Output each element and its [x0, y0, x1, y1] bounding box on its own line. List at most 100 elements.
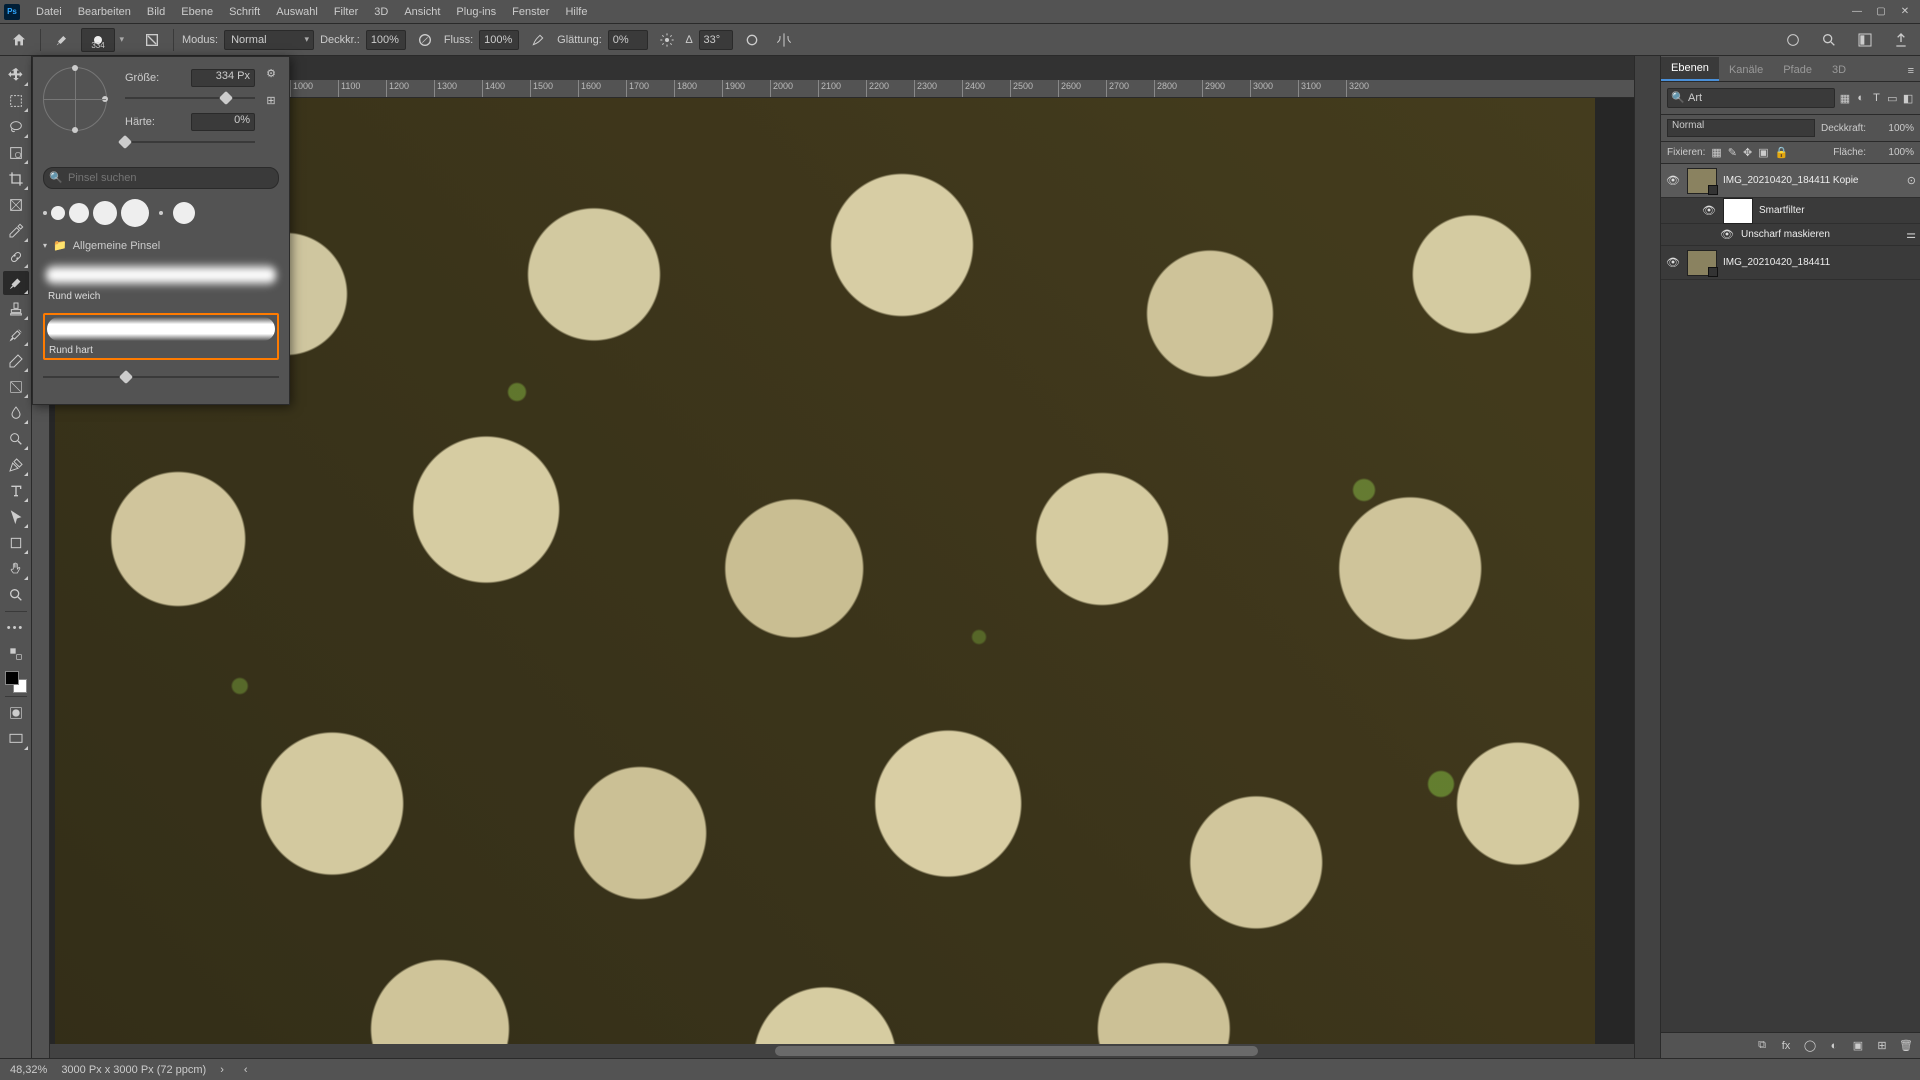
preset-hard[interactable] [173, 202, 195, 224]
smartfilter-row[interactable]: 👁 Smartfilter [1661, 198, 1920, 224]
gear-icon[interactable]: ⚙ [263, 67, 279, 80]
docsize-value[interactable]: 3000 Px x 3000 Px (72 ppcm) [61, 1064, 206, 1076]
lock-pixels-icon[interactable]: ✎ [1728, 146, 1737, 159]
layer-thumb[interactable] [1687, 168, 1717, 194]
hardness-slider[interactable] [125, 135, 255, 149]
mask-icon[interactable]: ◯ [1802, 1039, 1818, 1052]
menu-hilfe[interactable]: Hilfe [557, 0, 595, 24]
adjustment-icon[interactable]: ◐ [1826, 1040, 1842, 1052]
eraser-tool[interactable] [3, 349, 29, 373]
fx-icon[interactable]: fx [1778, 1040, 1794, 1052]
filter-pixel-icon[interactable]: ▦ [1839, 89, 1851, 107]
brush-tool[interactable] [3, 271, 29, 295]
size-slider[interactable] [125, 91, 255, 105]
filter-smart-icon[interactable]: ◧ [1902, 89, 1914, 107]
preset-tiny-icon[interactable] [43, 211, 47, 215]
window-close-icon[interactable]: ✕ [1894, 4, 1916, 20]
filter-adjust-icon[interactable]: ◐ [1855, 89, 1867, 107]
smoothing-field[interactable]: 0% [608, 30, 648, 50]
crop-tool[interactable] [3, 167, 29, 191]
trash-icon[interactable]: 🗑 [1898, 1039, 1914, 1052]
tab-kanaele[interactable]: Kanäle [1719, 59, 1773, 81]
cloud-docs-icon[interactable] [1780, 28, 1806, 52]
filter-link-icon[interactable]: ⊙ [1907, 174, 1916, 187]
search-icon[interactable] [1816, 28, 1842, 52]
zoom-value[interactable]: 48,32% [10, 1064, 47, 1076]
marquee-tool[interactable] [3, 89, 29, 113]
scrollbar-horizontal[interactable] [50, 1044, 1660, 1058]
eyedropper-tool[interactable] [3, 219, 29, 243]
menu-bearbeiten[interactable]: Bearbeiten [70, 0, 139, 24]
menu-fenster[interactable]: Fenster [504, 0, 557, 24]
screenmode-icon[interactable] [3, 727, 29, 751]
stamp-tool[interactable] [3, 297, 29, 321]
dodge-tool[interactable] [3, 427, 29, 451]
brush-preset-picker[interactable]: 334 [81, 28, 115, 52]
share-icon[interactable] [1888, 28, 1914, 52]
fill-value[interactable]: 100% [1872, 147, 1914, 158]
symmetry-icon[interactable] [771, 28, 797, 52]
brush-settings-icon[interactable] [139, 28, 165, 52]
tab-ebenen[interactable]: Ebenen [1661, 57, 1719, 81]
preset-large[interactable] [93, 201, 117, 225]
pressure-opacity-icon[interactable] [412, 28, 438, 52]
size-field[interactable]: 334 Px [191, 69, 255, 87]
menu-bild[interactable]: Bild [139, 0, 173, 24]
menu-plugins[interactable]: Plug-ins [448, 0, 504, 24]
lock-artboard-icon[interactable]: ▣ [1758, 146, 1768, 159]
lock-position-icon[interactable]: ✥ [1743, 146, 1752, 159]
layer-filter-input[interactable] [1667, 88, 1835, 108]
type-tool[interactable] [3, 479, 29, 503]
visibility-icon[interactable]: 👁 [1719, 228, 1735, 241]
visibility-icon[interactable]: 👁 [1665, 174, 1681, 187]
move-tool[interactable] [3, 63, 29, 87]
panel-dock[interactable] [1634, 56, 1660, 1058]
brush-search-input[interactable] [43, 167, 279, 189]
status-chevron-icon[interactable]: › [220, 1064, 224, 1076]
window-minimize-icon[interactable]: — [1846, 4, 1868, 20]
menu-schrift[interactable]: Schrift [221, 0, 268, 24]
menu-3d[interactable]: 3D [366, 0, 396, 24]
brush-folder[interactable]: ▾ 📁 Allgemeine Pinsel [43, 239, 279, 252]
quickmask-icon[interactable] [3, 701, 29, 725]
link-icon[interactable]: ⧉ [1754, 1039, 1770, 1052]
path-select-tool[interactable] [3, 505, 29, 529]
blend-mode-select[interactable]: Normal [224, 30, 314, 50]
hand-tool[interactable] [3, 557, 29, 581]
gradient-tool[interactable] [3, 375, 29, 399]
more-tools-icon[interactable]: ••• [3, 616, 29, 640]
lasso-tool[interactable] [3, 115, 29, 139]
menu-ansicht[interactable]: Ansicht [396, 0, 448, 24]
healing-tool[interactable] [3, 245, 29, 269]
preset-xl[interactable] [121, 199, 149, 227]
layer-name[interactable]: IMG_20210420_184411 Kopie [1723, 175, 1858, 186]
history-brush-tool[interactable] [3, 323, 29, 347]
canvas[interactable] [50, 98, 1660, 1058]
selection-tool[interactable] [3, 141, 29, 165]
ruler-horizontal[interactable]: 5006007008009001000110012001300140015001… [50, 80, 1660, 98]
home-icon[interactable] [6, 28, 32, 52]
brush-preset-hard[interactable]: Rund hart [43, 313, 279, 360]
menu-datei[interactable]: Datei [28, 0, 70, 24]
menu-ebene[interactable]: Ebene [173, 0, 221, 24]
angle-field[interactable]: 33° [699, 30, 733, 50]
filter-item-row[interactable]: 👁 Unscharf maskieren ⚌ [1661, 224, 1920, 246]
pressure-size-icon[interactable] [739, 28, 765, 52]
preset-med[interactable] [69, 203, 89, 223]
preset-small[interactable] [51, 206, 65, 220]
hardness-field[interactable]: 0% [191, 113, 255, 131]
panel-menu-icon[interactable]: ≡ [1902, 61, 1920, 81]
filter-name[interactable]: Unscharf maskieren [1741, 229, 1830, 240]
filter-mask-thumb[interactable] [1723, 198, 1753, 224]
lock-all-icon[interactable]: 🔒 [1775, 146, 1789, 159]
blur-tool[interactable] [3, 401, 29, 425]
frame-tool[interactable] [3, 193, 29, 217]
group-icon[interactable]: ▣ [1850, 1039, 1866, 1052]
shape-tool[interactable] [3, 531, 29, 555]
layer-row[interactable]: 👁 IMG_20210420_184411 Kopie ⊙ [1661, 164, 1920, 198]
color-swatches[interactable] [5, 671, 27, 693]
filter-shape-icon[interactable]: ▭ [1886, 89, 1898, 107]
brush-angle-control[interactable] [43, 67, 107, 131]
smoothing-options-icon[interactable] [654, 28, 680, 52]
filter-type-icon[interactable]: T [1871, 89, 1883, 107]
